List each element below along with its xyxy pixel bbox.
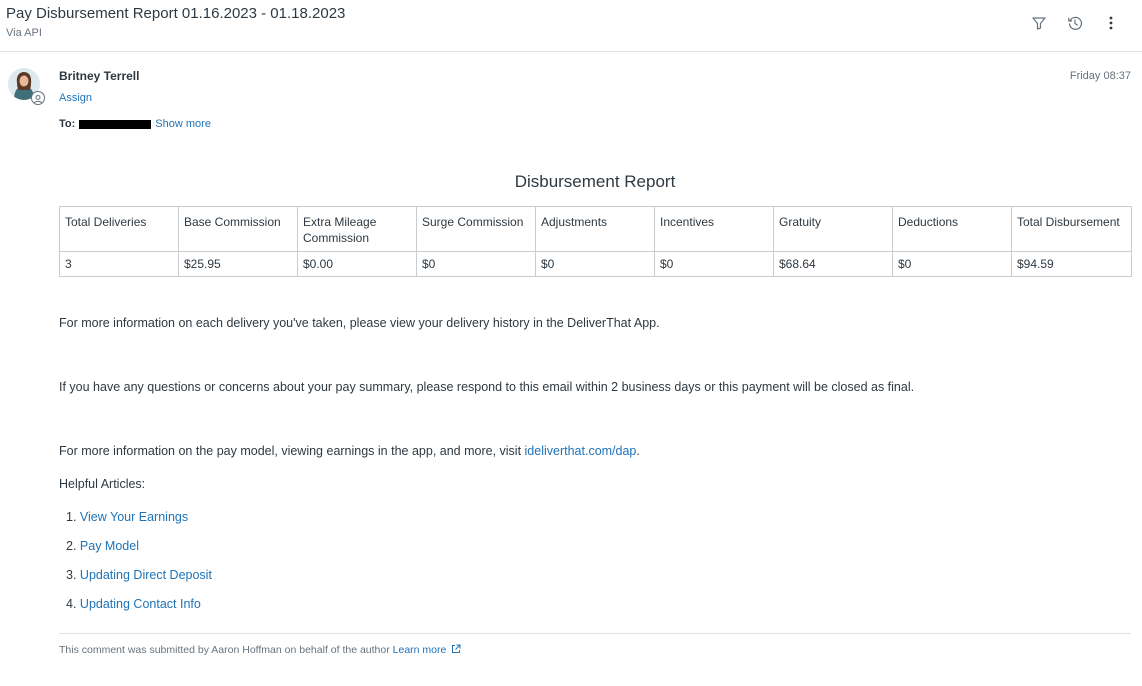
article-link-pay-model[interactable]: Pay Model — [80, 539, 139, 553]
filter-icon — [1032, 17, 1046, 30]
article-link-contact-info[interactable]: Updating Contact Info — [80, 597, 201, 611]
report-title: Disbursement Report — [514, 172, 676, 191]
table-cell: $0 — [535, 251, 655, 277]
table-header-row: Total Deliveries Base Commission Extra M… — [59, 206, 1132, 252]
table-cell: $25.95 — [178, 251, 298, 277]
author-name[interactable]: Britney Terrell — [59, 69, 139, 83]
pay-model-text: For more information on the pay model, v… — [59, 444, 525, 458]
submitted-on-behalf-note: This comment was submitted by Aaron Hoff… — [59, 644, 461, 656]
external-link-icon — [452, 644, 461, 653]
pay-model-period: . — [636, 444, 640, 458]
questions-paragraph: If you have any questions or concerns ab… — [59, 380, 915, 394]
column-header: Surge Commission — [416, 206, 536, 252]
table-cell: 3 — [59, 251, 179, 277]
column-header: Total Disbursement — [1011, 206, 1132, 252]
table-row: 3 $25.95 $0.00 $0 $0 $0 $68.64 $0 $94.59 — [59, 251, 1132, 277]
table-cell: $0 — [416, 251, 536, 277]
list-number: 4. — [66, 597, 77, 611]
helpful-articles-list: 1. View Your Earnings 2. Pay Model 3. Up… — [66, 508, 212, 624]
history-icon — [1068, 16, 1083, 30]
table-cell: $0 — [654, 251, 774, 277]
table-cell: $94.59 — [1011, 251, 1132, 277]
show-more-link[interactable]: Show more — [155, 118, 211, 130]
article-link-direct-deposit[interactable]: Updating Direct Deposit — [80, 568, 212, 582]
list-item: 3. Updating Direct Deposit — [66, 566, 212, 595]
dap-link[interactable]: ideliverthat.com/dap — [525, 444, 637, 458]
list-item: 1. View Your Earnings — [66, 508, 212, 537]
table-cell: $0 — [892, 251, 1012, 277]
end-user-badge — [31, 91, 45, 105]
recipient-line: To: Show more — [59, 118, 211, 130]
table-cell: $0.00 — [297, 251, 417, 277]
list-number: 2. — [66, 539, 77, 553]
column-header: Extra Mileage Commission — [297, 206, 417, 252]
list-number: 3. — [66, 568, 77, 582]
learn-more-link[interactable]: Learn more — [393, 644, 447, 656]
filter-button[interactable] — [1028, 12, 1050, 34]
column-header: Total Deliveries — [59, 206, 179, 252]
pay-model-paragraph: For more information on the pay model, v… — [59, 444, 640, 458]
list-item: 4. Updating Contact Info — [66, 595, 212, 624]
column-header: Deductions — [892, 206, 1012, 252]
author-avatar[interactable] — [8, 68, 45, 105]
ticket-channel: Via API — [6, 27, 42, 39]
to-label: To: — [59, 118, 76, 130]
column-header: Adjustments — [535, 206, 655, 252]
comment-timestamp: Friday 08:37 — [1069, 70, 1131, 82]
footer-note-text: This comment was submitted by Aaron Hoff… — [59, 644, 393, 656]
helpful-articles-heading: Helpful Articles: — [59, 477, 146, 491]
footer-divider — [59, 633, 1131, 634]
table-cell: $68.64 — [773, 251, 893, 277]
user-icon — [34, 95, 42, 104]
ticket-title: Pay Disbursement Report 01.16.2023 - 01.… — [6, 5, 346, 22]
history-button[interactable] — [1064, 12, 1086, 34]
list-number: 1. — [66, 510, 77, 524]
column-header: Gratuity — [773, 206, 893, 252]
header-actions — [1028, 12, 1122, 34]
delivery-history-paragraph: For more information on each delivery yo… — [59, 316, 660, 330]
disbursement-table: Total Deliveries Base Commission Extra M… — [59, 206, 1132, 277]
article-link-view-earnings[interactable]: View Your Earnings — [80, 510, 188, 524]
assign-link[interactable]: Assign — [59, 92, 92, 104]
redacted-recipient — [79, 119, 152, 129]
ticket-header: Pay Disbursement Report 01.16.2023 - 01.… — [0, 0, 1142, 52]
more-options-button[interactable] — [1100, 12, 1122, 34]
list-item: 2. Pay Model — [66, 537, 212, 566]
more-options-icon — [1109, 16, 1113, 30]
column-header: Incentives — [654, 206, 774, 252]
column-header: Base Commission — [178, 206, 298, 252]
